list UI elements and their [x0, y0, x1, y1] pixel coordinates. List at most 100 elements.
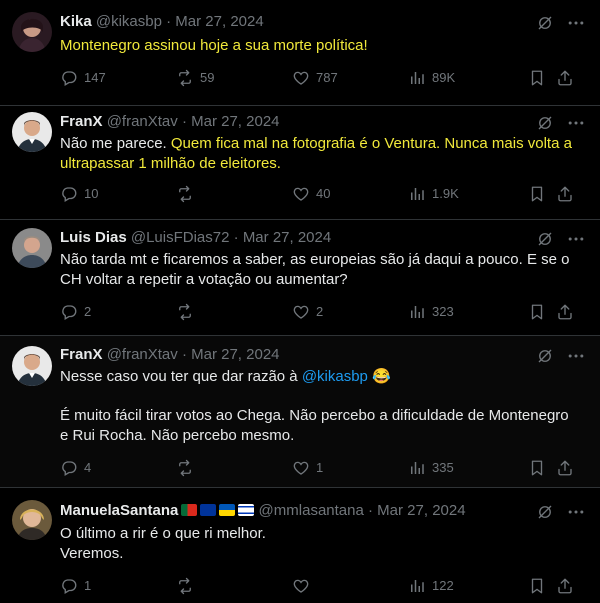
share-icon [556, 303, 574, 321]
bookmark-button[interactable] [528, 302, 552, 322]
tweet-franx-2[interactable]: FranX @franXtav · Mar 27, 2024 Nesse cas… [0, 336, 600, 488]
avatar[interactable] [12, 228, 52, 268]
like-button[interactable]: 1 [292, 458, 323, 478]
tweet-manuela-santana[interactable]: ManuelaSantana @mmlasantana · Mar 27, 20… [0, 488, 600, 603]
reply-count: 10 [84, 186, 99, 201]
tweet-date[interactable]: Mar 27, 2024 [377, 502, 465, 519]
tweet-date[interactable]: Mar 27, 2024 [243, 229, 331, 246]
grok-icon[interactable] [536, 503, 554, 521]
like-icon [292, 185, 310, 203]
like-button[interactable]: 787 [292, 68, 338, 88]
avatar[interactable] [12, 12, 52, 52]
tweet-header: Kika @kikasbp · Mar 27, 2024 [60, 13, 264, 30]
tweet-date[interactable]: Mar 27, 2024 [191, 113, 279, 130]
bookmark-icon [528, 185, 546, 203]
views-button[interactable]: 89K [408, 68, 455, 88]
views-button[interactable]: 335 [408, 458, 454, 478]
reply-icon [60, 69, 78, 87]
grok-icon[interactable] [536, 230, 554, 248]
view-count: 323 [432, 304, 454, 319]
share-button[interactable] [556, 68, 580, 88]
more-icon[interactable] [566, 13, 586, 33]
bookmark-button[interactable] [528, 184, 552, 204]
views-icon [408, 459, 426, 477]
author-name[interactable]: FranX [60, 113, 103, 130]
more-icon[interactable] [566, 502, 586, 522]
tweet-text: Não tarda mt e ficaremos a saber, as eur… [60, 251, 574, 288]
view-count: 1.9K [432, 186, 459, 201]
view-count: 89K [432, 70, 456, 85]
mention-link[interactable]: @kikasbp [302, 368, 368, 385]
tweet-kika[interactable]: Kika @kikasbp · Mar 27, 2024 Montenegro … [0, 0, 600, 106]
share-button[interactable] [556, 576, 580, 596]
author-handle[interactable]: @kikasbp [96, 13, 162, 30]
author-handle[interactable]: @franXtav [107, 346, 178, 363]
bookmark-button[interactable] [528, 458, 552, 478]
tweet-luis-dias[interactable]: Luis Dias @LuisFDias72 · Mar 27, 2024 Nã… [0, 220, 600, 336]
share-button[interactable] [556, 458, 580, 478]
grok-icon[interactable] [536, 347, 554, 365]
reply-count: 2 [84, 304, 92, 319]
bookmark-icon [528, 577, 546, 595]
views-button[interactable]: 323 [408, 302, 454, 322]
flag-israel-icon [238, 504, 255, 516]
reply-button[interactable]: 2 [60, 302, 91, 322]
like-count: 2 [316, 304, 324, 319]
author-handle[interactable]: @mmlasantana [259, 502, 364, 519]
grok-icon[interactable] [536, 14, 554, 32]
tweet-header: FranX @franXtav · Mar 27, 2024 [60, 346, 280, 363]
author-name[interactable]: Kika [60, 13, 92, 30]
reply-button[interactable]: 147 [60, 68, 106, 88]
share-icon [556, 185, 574, 203]
author-name[interactable]: FranX [60, 346, 103, 363]
emoji: 😂 [372, 368, 391, 385]
reply-icon [60, 459, 78, 477]
flag-eu-icon [200, 504, 217, 516]
author-name[interactable]: Luis Dias [60, 229, 127, 246]
tweet-text-before: Nesse caso vou ter que dar razão à [60, 368, 302, 385]
grok-icon[interactable] [536, 114, 554, 132]
avatar[interactable] [12, 346, 52, 386]
share-icon [556, 459, 574, 477]
like-icon [292, 303, 310, 321]
avatar[interactable] [12, 500, 52, 540]
view-count: 335 [432, 460, 454, 475]
more-icon[interactable] [566, 113, 586, 133]
bookmark-icon [528, 69, 546, 87]
share-button[interactable] [556, 184, 580, 204]
reply-icon [60, 185, 78, 203]
views-icon [408, 577, 426, 595]
author-name[interactable]: ManuelaSantana [60, 502, 178, 519]
repost-button[interactable] [176, 576, 200, 596]
bookmark-button[interactable] [528, 576, 552, 596]
tweet-header: Luis Dias @LuisFDias72 · Mar 27, 2024 [60, 229, 332, 246]
reply-count: 1 [84, 578, 92, 593]
tweet-date[interactable]: Mar 27, 2024 [191, 346, 279, 363]
share-button[interactable] [556, 302, 580, 322]
like-button[interactable]: 40 [292, 184, 330, 204]
like-count: 40 [316, 186, 331, 201]
tweet-header: FranX @franXtav · Mar 27, 2024 [60, 113, 280, 130]
repost-button[interactable] [176, 184, 200, 204]
repost-button[interactable]: 59 [176, 68, 214, 88]
reply-button[interactable]: 4 [60, 458, 91, 478]
author-handle[interactable]: @LuisFDias72 [131, 229, 230, 246]
more-icon[interactable] [566, 346, 586, 366]
repost-button[interactable] [176, 458, 200, 478]
tweet-text: Não me parece. Quem fica mal na fotograf… [60, 134, 580, 174]
avatar[interactable] [12, 112, 52, 152]
views-button[interactable]: 1.9K [408, 184, 459, 204]
views-button[interactable]: 122 [408, 576, 454, 596]
author-handle[interactable]: @franXtav [107, 113, 178, 130]
tweet-date[interactable]: Mar 27, 2024 [175, 13, 263, 30]
tweet-actions: 1 122 [60, 576, 590, 596]
reply-button[interactable]: 1 [60, 576, 91, 596]
bookmark-button[interactable] [528, 68, 552, 88]
repost-button[interactable] [176, 302, 200, 322]
reply-button[interactable]: 10 [60, 184, 98, 204]
like-button[interactable]: 2 [292, 302, 323, 322]
more-icon[interactable] [566, 229, 586, 249]
like-button[interactable] [292, 576, 316, 596]
tweet-actions: 4 1 335 [60, 458, 590, 478]
tweet-franx-1[interactable]: FranX @franXtav · Mar 27, 2024 Não me pa… [0, 106, 600, 220]
